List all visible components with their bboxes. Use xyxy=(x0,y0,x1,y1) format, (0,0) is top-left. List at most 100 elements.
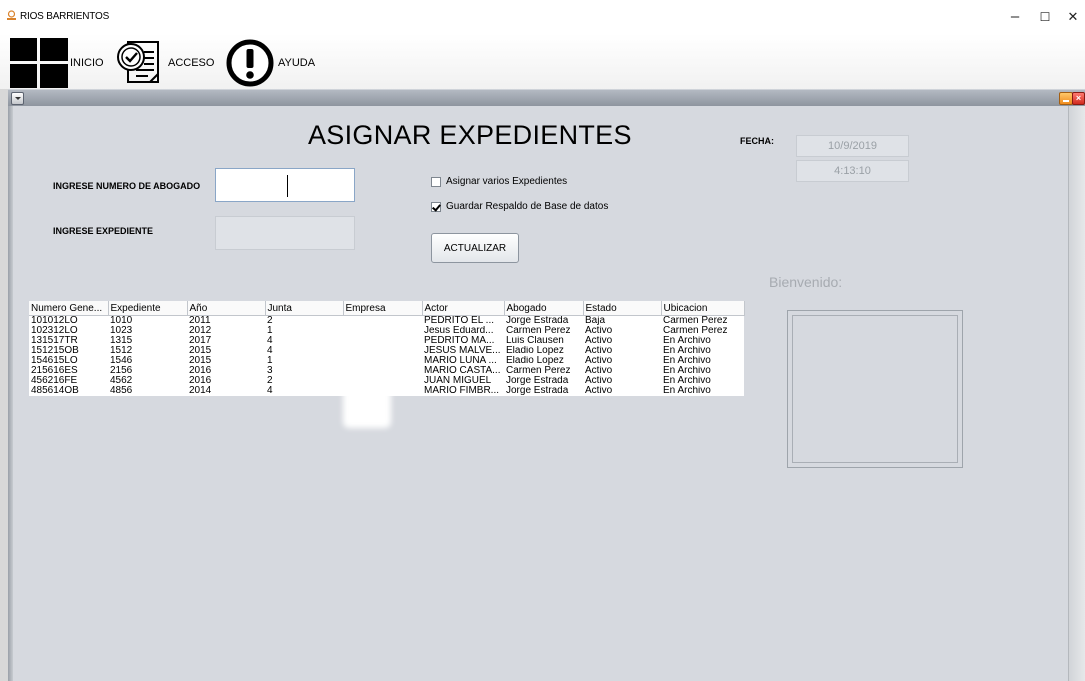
table-cell: Carmen Perez xyxy=(504,326,583,336)
table-cell: 102312LO xyxy=(29,326,108,336)
time-field: 4:13:10 xyxy=(796,160,909,182)
table-cell: 1512 xyxy=(108,346,187,356)
table-cell: Jorge Estrada xyxy=(504,315,583,326)
table-cell: 2012 xyxy=(187,326,265,336)
table-cell: Jorge Estrada xyxy=(504,376,583,386)
table-cell: Jorge Estrada xyxy=(504,386,583,396)
menu-acceso[interactable]: ACCESO xyxy=(114,38,214,88)
frame-menu-icon[interactable] xyxy=(11,92,24,105)
minimize-button[interactable]: – xyxy=(1000,6,1030,28)
app-icon xyxy=(7,10,16,20)
table-cell: Eladio Lopez xyxy=(504,356,583,366)
column-header[interactable]: Junta xyxy=(265,301,344,316)
table-cell: 101012LO xyxy=(29,315,108,326)
redacted-area xyxy=(343,388,391,428)
table-cell: Eladio Lopez xyxy=(504,346,583,356)
table-cell: 1315 xyxy=(108,336,187,346)
table-cell: 2016 xyxy=(187,366,265,376)
frame-close-icon[interactable]: × xyxy=(1072,92,1085,105)
close-button[interactable]: ✕ xyxy=(1058,6,1085,28)
table-row[interactable]: 456216FE 4562 2016 2 JUAN MIGUEL Jorge Estrad… xyxy=(29,376,744,386)
table-row[interactable]: 102312LO 1023 2012 1 Jesus Eduard... Carmen P… xyxy=(29,326,744,336)
table-cell: Jesus Eduard... xyxy=(422,326,504,336)
column-header[interactable]: Año xyxy=(187,301,266,316)
table-cell: JESUS MALVE... xyxy=(422,346,504,356)
table-cell: Activo xyxy=(583,336,661,346)
table-cell: 1546 xyxy=(108,356,187,366)
table-cell: Activo xyxy=(583,356,661,366)
table-cell: 2156 xyxy=(108,366,187,376)
update-button[interactable]: ACTUALIZAR xyxy=(431,233,519,263)
checkbox-checked-icon xyxy=(431,201,441,212)
table-cell: 2017 xyxy=(187,336,265,346)
table-row[interactable]: 101012LO 1010 2011 2 PEDRITO EL ... Jorge Est… xyxy=(29,315,744,326)
user-photo-frame xyxy=(787,310,963,468)
column-header[interactable]: Abogado xyxy=(504,301,584,316)
table-cell: Activo xyxy=(583,376,661,386)
table-cell: 1010 xyxy=(108,315,187,326)
menu-acceso-label: ACCESO xyxy=(168,57,215,69)
assign-files-panel: ASIGNAR EXPEDIENTES INGRESE NUMERO DE AB… xyxy=(13,106,1068,681)
table-cell: 2015 xyxy=(187,346,265,356)
table-cell: MARIO FIMBR... xyxy=(422,386,504,396)
table-cell: 2014 xyxy=(187,386,265,396)
table-cell: 4856 xyxy=(108,386,187,396)
table-cell: Baja xyxy=(583,315,661,326)
table-cell: En Archivo xyxy=(661,356,744,366)
table-cell: En Archivo xyxy=(661,336,744,346)
page-title: ASIGNAR EXPEDIENTES xyxy=(308,120,632,150)
multiple-files-checkbox-label: Asignar varios Expedientes xyxy=(446,176,568,187)
table-cell: 215616ES xyxy=(29,366,108,376)
file-input[interactable] xyxy=(215,216,355,250)
lawyer-number-label: INGRESE NUMERO DE ABOGADO xyxy=(53,181,201,191)
column-header[interactable]: Expediente xyxy=(108,301,188,316)
table-cell: 2016 xyxy=(187,376,265,386)
table-cell: JUAN MIGUEL xyxy=(422,376,504,386)
table-cell: 1 xyxy=(265,356,343,366)
table-cell: 485614OB xyxy=(29,386,108,396)
table-cell: 456216FE xyxy=(29,376,108,386)
table-cell: 2015 xyxy=(187,356,265,366)
menu-inicio[interactable]: INICIO xyxy=(10,38,104,88)
frame-right-border xyxy=(1068,106,1085,681)
column-header[interactable]: Actor xyxy=(422,301,505,316)
redacted-area xyxy=(343,338,393,368)
table-cell: 2 xyxy=(265,376,343,386)
internal-frame-titlebar: × xyxy=(8,89,1085,106)
table-cell: En Archivo xyxy=(661,376,744,386)
checklist-icon xyxy=(117,41,159,83)
table-cell xyxy=(343,326,422,336)
windows-icon xyxy=(10,38,68,88)
lawyer-number-input[interactable] xyxy=(215,168,355,202)
table-cell: En Archivo xyxy=(661,366,744,376)
table-cell: 1 xyxy=(265,326,343,336)
table-cell: 4 xyxy=(265,346,343,356)
window-title-bar: RIOS BARRIENTOS – ☐ ✕ xyxy=(0,0,1085,34)
column-header[interactable]: Numero Gene... xyxy=(29,301,109,316)
table-cell xyxy=(343,315,422,326)
column-header[interactable]: Ubicacion xyxy=(661,301,745,316)
maximize-button[interactable]: ☐ xyxy=(1030,6,1060,28)
column-header[interactable]: Empresa xyxy=(343,301,423,316)
multiple-files-checkbox[interactable]: Asignar varios Expedientes xyxy=(431,176,567,187)
table-cell: 4 xyxy=(265,386,343,396)
backup-checkbox-label: Guardar Respaldo de Base de datos xyxy=(446,201,609,212)
menu-ayuda-label: AYUDA xyxy=(278,57,316,69)
table-cell: 4 xyxy=(265,336,343,346)
main-menu-bar: INICIO ACCESO AYUDA xyxy=(0,34,1085,90)
table-cell: 2 xyxy=(265,315,343,326)
date-label: FECHA: xyxy=(740,136,774,146)
table-cell: Carmen Perez xyxy=(661,315,744,326)
table-cell: PEDRITO MA... xyxy=(422,336,504,346)
welcome-label: Bienvenido: xyxy=(769,274,843,290)
menu-ayuda[interactable]: AYUDA xyxy=(226,38,315,88)
frame-minimize-icon[interactable] xyxy=(1059,92,1073,105)
table-cell: Activo xyxy=(583,326,661,336)
table-cell xyxy=(343,376,422,386)
table-cell: Activo xyxy=(583,386,661,396)
checkbox-unchecked-icon xyxy=(431,176,441,187)
window-title: RIOS BARRIENTOS xyxy=(20,11,110,22)
backup-checkbox[interactable]: Guardar Respaldo de Base de datos xyxy=(431,201,608,212)
column-header[interactable]: Estado xyxy=(583,301,662,316)
table-cell: 1023 xyxy=(108,326,187,336)
